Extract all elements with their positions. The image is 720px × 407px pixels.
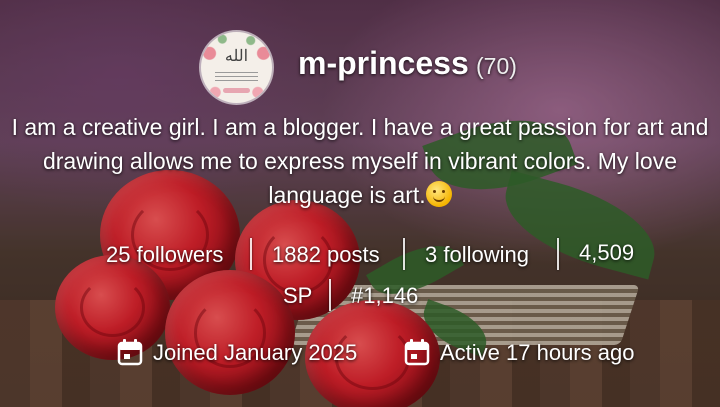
divider <box>557 238 559 270</box>
divider <box>250 238 252 270</box>
divider <box>329 279 331 311</box>
avatar-caption: الله <box>224 46 249 65</box>
username[interactable]: m-princess <box>298 45 469 81</box>
profile-header: الله m-princess (70) I am a creative gir… <box>0 0 720 407</box>
profile-name[interactable]: m-princess <box>298 45 469 82</box>
calendar-icon <box>404 339 430 366</box>
sp-value[interactable]: 4,509 <box>579 240 634 266</box>
joined-date: Joined January 2025 <box>153 340 358 365</box>
profile-bio: I am a creative girl. I am a blogger. I … <box>10 110 710 212</box>
following-link[interactable]: 3 following <box>425 242 529 268</box>
avatar[interactable]: الله <box>201 32 272 103</box>
sp-label[interactable]: SP <box>283 283 312 309</box>
calendar-icon <box>117 339 143 366</box>
posts-link[interactable]: 1882 posts <box>272 242 380 268</box>
hugging-face-icon <box>425 181 452 207</box>
followers-link[interactable]: 25 followers <box>106 242 223 268</box>
bio-text: I am a creative girl. I am a blogger. I … <box>11 114 709 208</box>
last-active: Active 17 hours ago <box>440 340 635 365</box>
divider <box>403 238 405 270</box>
reputation-score: (70) <box>476 53 517 79</box>
rank-badge: #1,146 <box>351 283 419 308</box>
